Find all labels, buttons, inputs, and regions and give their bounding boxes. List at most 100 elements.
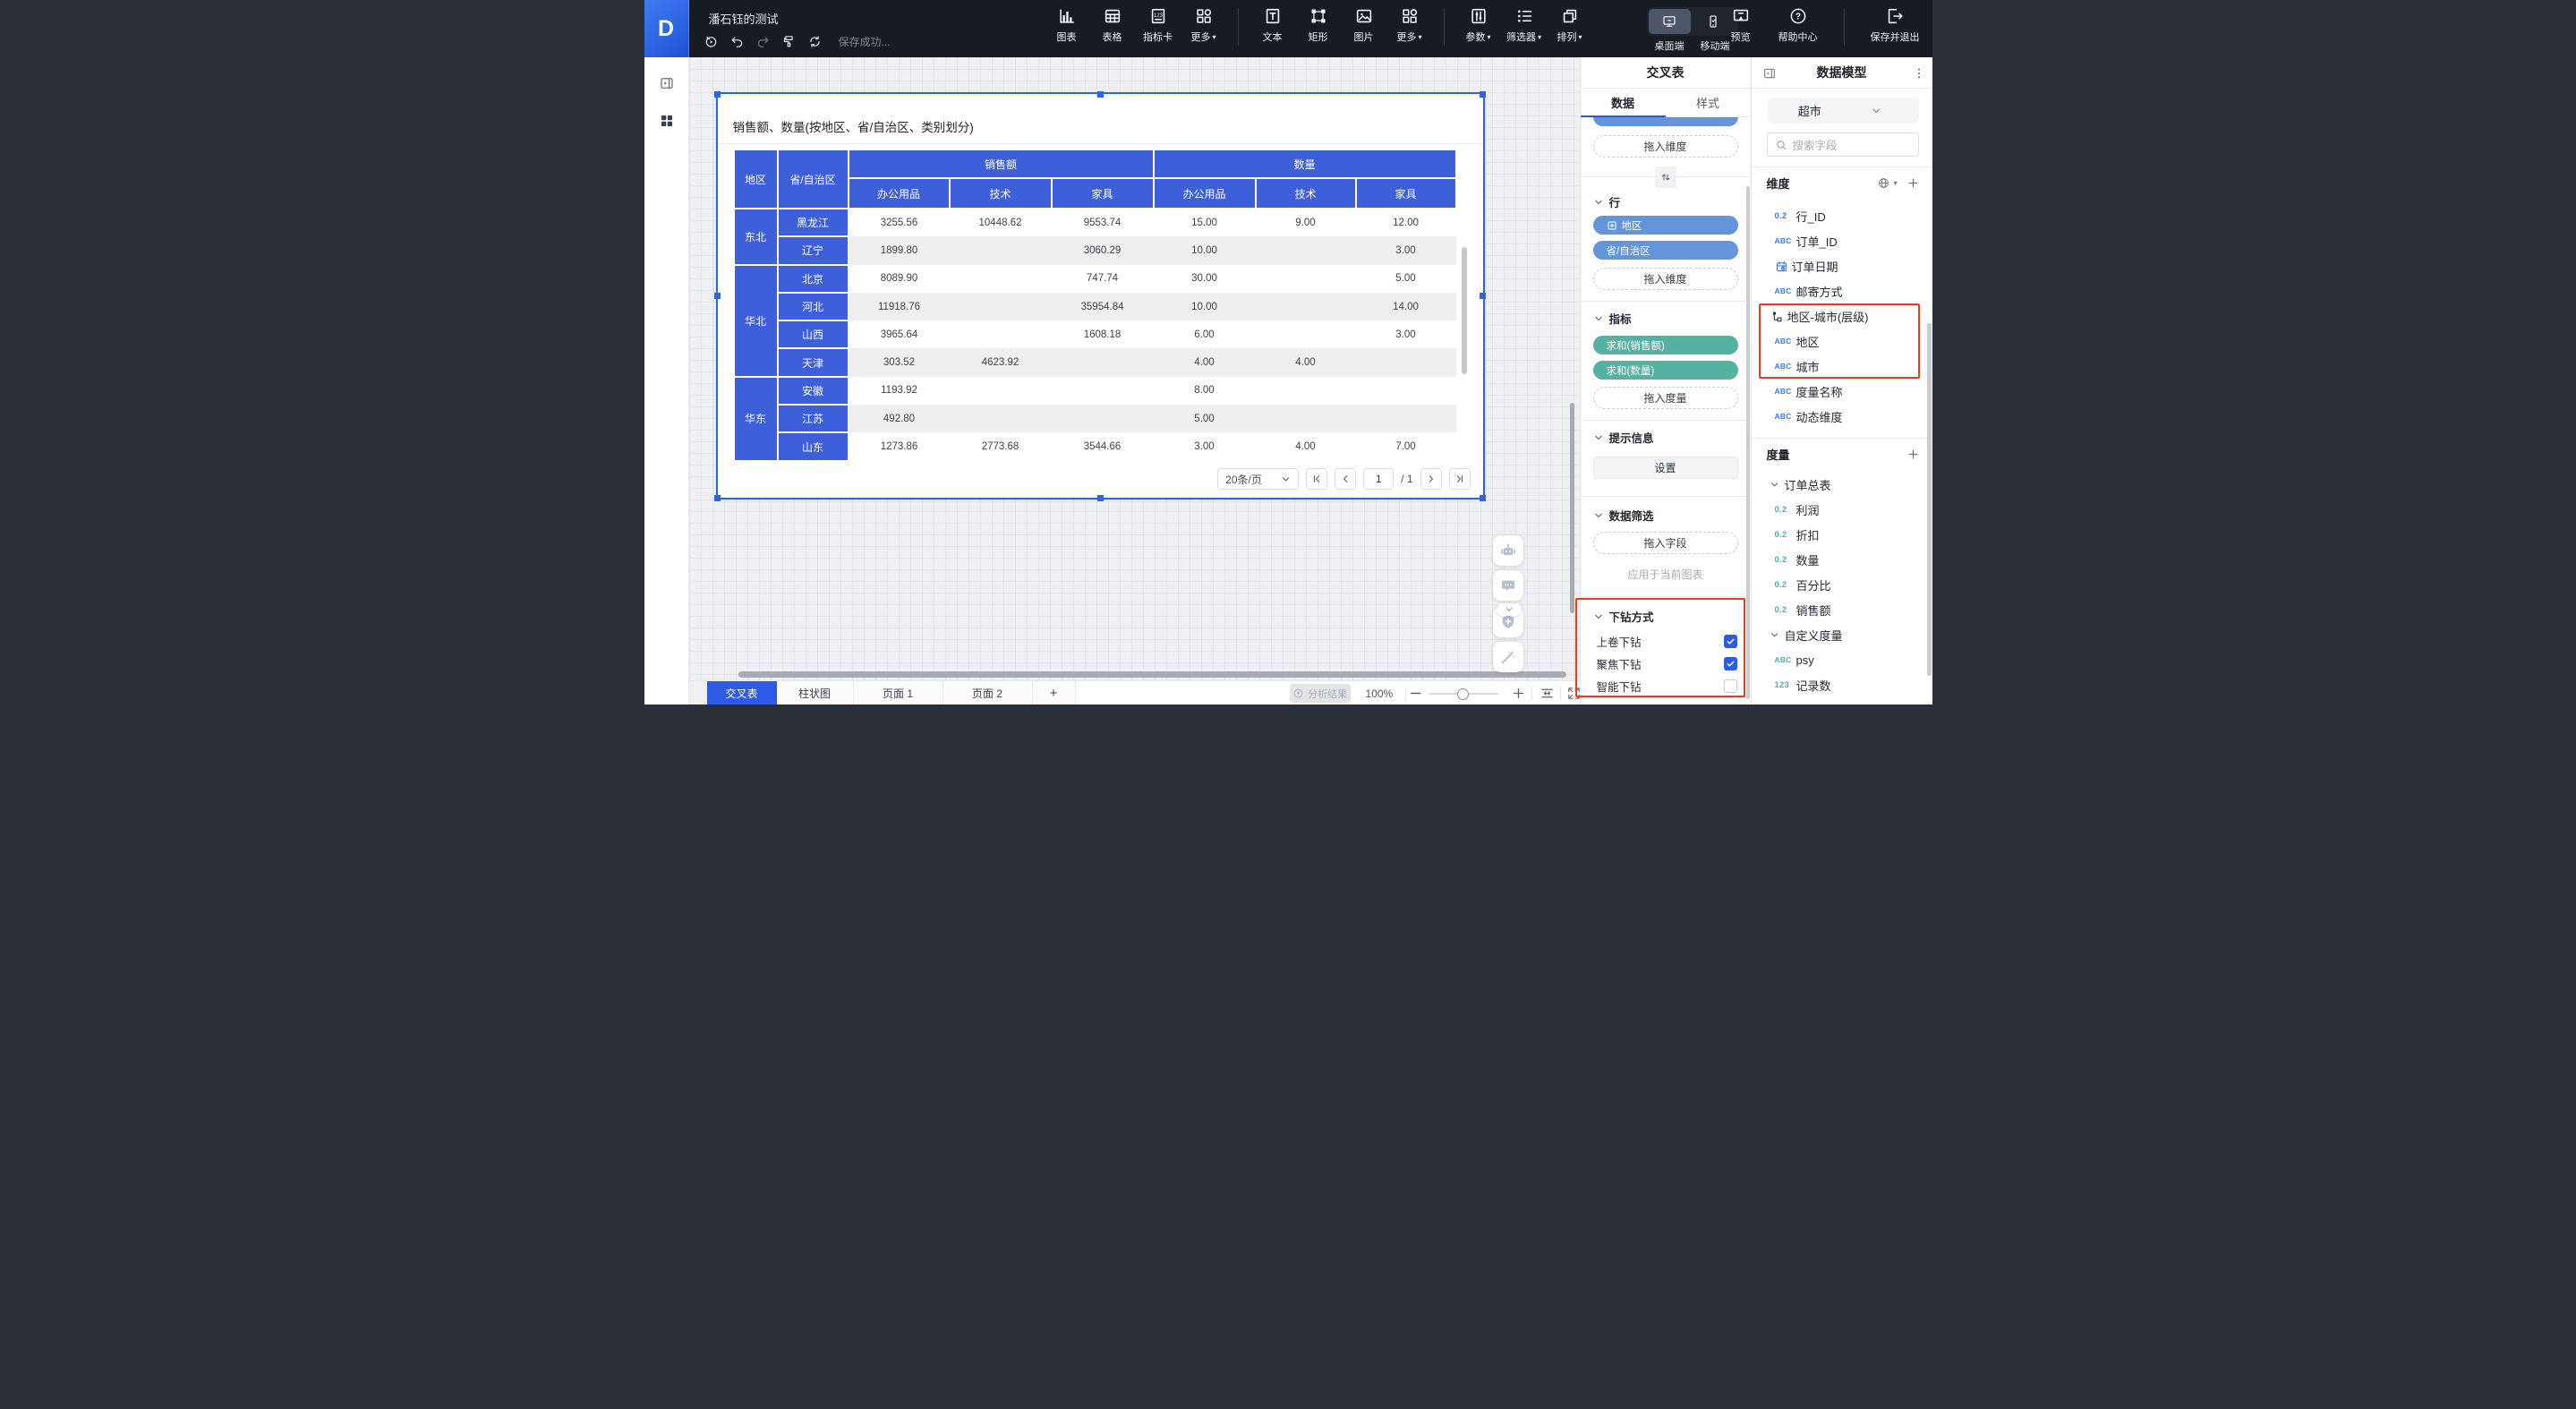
chevron-down-icon[interactable] — [1593, 432, 1604, 443]
chevron-down-icon[interactable] — [1593, 510, 1604, 521]
region-cell[interactable]: 东北 — [734, 209, 778, 265]
page-tab-3[interactable]: 页面 1 — [854, 681, 943, 704]
region-cell[interactable]: 华北 — [734, 265, 778, 377]
resize-handle[interactable] — [714, 495, 721, 501]
sort-button[interactable] — [1655, 167, 1676, 188]
zoom-in-button[interactable] — [1511, 686, 1526, 701]
province-cell[interactable]: 黑龙江 — [778, 209, 849, 236]
province-cell[interactable]: 北京 — [778, 265, 849, 293]
table-scrollbar[interactable] — [1462, 247, 1467, 374]
province-cell[interactable]: 山西 — [778, 320, 849, 348]
row-pill-1[interactable]: 地区 — [1593, 216, 1738, 235]
add-dimension-button[interactable] — [1906, 176, 1920, 190]
tab-data[interactable]: 数据 — [1581, 89, 1666, 116]
toolbar-kpi-card[interactable]: 123指标卡 — [1139, 6, 1178, 44]
collapse-float-toolbar[interactable] — [1497, 603, 1522, 616]
zoom-out-button[interactable] — [1408, 686, 1423, 701]
toolbar-more-media[interactable]: 更多▾ — [1390, 6, 1429, 44]
canvas-vertical-scrollbar[interactable] — [1570, 403, 1574, 613]
zoom-slider[interactable] — [1429, 693, 1498, 695]
toolbar-image[interactable]: 图片 — [1344, 6, 1384, 44]
magic-style-button[interactable] — [1493, 642, 1523, 672]
drop-dimension-zone[interactable]: 拖入维度 — [1593, 135, 1738, 158]
drop-measure-zone[interactable]: 拖入度量 — [1593, 387, 1738, 409]
collapse-panel-icon[interactable] — [1762, 66, 1777, 81]
canvas-horizontal-scrollbar[interactable] — [738, 671, 1566, 678]
drop-field-zone[interactable]: 拖入字段 — [1593, 532, 1738, 554]
column-pill-clipped[interactable] — [1593, 117, 1738, 126]
brush-icon[interactable] — [781, 34, 797, 49]
chevron-down-icon[interactable] — [1593, 313, 1604, 324]
measure-field[interactable]: 0.2百分比 — [1752, 572, 1932, 597]
device-desktop[interactable] — [1649, 9, 1691, 34]
page-input[interactable]: 1 — [1363, 468, 1394, 490]
collapse-panel-icon[interactable] — [659, 75, 675, 91]
province-cell[interactable]: 江苏 — [778, 405, 849, 432]
toolbar-help-center[interactable]: ?帮助中心 — [1778, 6, 1818, 44]
dimension-field[interactable]: 地区-城市(层级) — [1752, 303, 1932, 329]
panel-scrollbar[interactable] — [1927, 323, 1932, 676]
measure-field[interactable]: 0.2利润 — [1752, 497, 1932, 522]
next-page-button[interactable] — [1420, 468, 1442, 490]
zoom-knob[interactable] — [1457, 688, 1469, 700]
first-page-button[interactable] — [1306, 468, 1327, 490]
dimension-field[interactable]: ABC地区 — [1752, 329, 1932, 354]
province-cell[interactable]: 辽宁 — [778, 236, 849, 264]
history-icon[interactable] — [704, 34, 719, 49]
resize-handle[interactable] — [714, 91, 721, 98]
dimension-field[interactable]: 0.2行_ID — [1752, 203, 1932, 228]
toolbar-arrange[interactable]: 排列▾ — [1550, 6, 1590, 44]
resize-handle[interactable] — [714, 293, 721, 299]
page-tab-1[interactable]: 交叉表 — [707, 681, 777, 704]
dashboard-grid-icon[interactable] — [659, 113, 675, 129]
province-cell[interactable]: 河北 — [778, 293, 849, 320]
drill-checkbox-2[interactable] — [1724, 657, 1737, 670]
province-cell[interactable]: 天津 — [778, 348, 849, 376]
resize-handle[interactable] — [1480, 91, 1486, 98]
dimension-field[interactable]: ABC订单_ID — [1752, 228, 1932, 253]
measure-field[interactable]: 123记录数 — [1752, 672, 1932, 697]
fit-width-button[interactable] — [1540, 686, 1555, 701]
dimension-field[interactable]: ABC邮寄方式 — [1752, 278, 1932, 303]
toolbar-more-charts[interactable]: 更多▾ — [1184, 6, 1224, 44]
drill-checkbox-1[interactable] — [1724, 635, 1737, 648]
ai-assistant-button[interactable] — [1493, 535, 1523, 566]
refresh-icon[interactable] — [807, 34, 823, 49]
toolbar-rectangle[interactable]: 矩形 — [1299, 6, 1338, 44]
search-input[interactable]: 搜索字段 — [1767, 132, 1919, 157]
measure-field[interactable]: 0.2数量 — [1752, 547, 1932, 572]
page-tab-4[interactable]: 页面 2 — [943, 681, 1033, 704]
row-pill-2[interactable]: 省/自治区 — [1593, 241, 1738, 260]
dimension-field[interactable]: ABC动态维度 — [1752, 404, 1932, 429]
toolbar-params[interactable]: 参数▾ — [1459, 6, 1498, 44]
drop-dimension-zone[interactable]: 拖入维度 — [1593, 268, 1738, 290]
prev-page-button[interactable] — [1335, 468, 1356, 490]
canvas[interactable]: 销售额、数量(按地区、省/自治区、类别划分) 地区省/自治区销售额数量办公用品技… — [689, 57, 1580, 680]
measure-field[interactable]: 0.2销售额 — [1752, 597, 1932, 622]
toolbar-filters[interactable]: 筛选器▾ — [1505, 6, 1544, 44]
toolbar-text[interactable]: 文本 — [1253, 6, 1292, 44]
globe-icon[interactable] — [1877, 176, 1890, 190]
resize-handle[interactable] — [1097, 495, 1104, 501]
measure-field[interactable]: ABCpsy — [1752, 647, 1932, 672]
toolbar-chart[interactable]: 图表 — [1047, 6, 1087, 44]
measure-group[interactable]: 自定义度量 — [1752, 622, 1932, 647]
measure-field[interactable]: 0.2折扣 — [1752, 522, 1932, 547]
province-cell[interactable]: 山东 — [778, 432, 849, 460]
dataset-select[interactable]: 超市 — [1768, 98, 1919, 124]
app-logo[interactable]: D — [644, 0, 689, 57]
panel-scrollbar[interactable] — [1746, 186, 1750, 699]
tab-style[interactable]: 样式 — [1666, 89, 1751, 116]
comment-button[interactable] — [1493, 570, 1523, 601]
region-cell[interactable]: 华东 — [734, 377, 778, 461]
redo-icon[interactable] — [755, 34, 771, 49]
drill-checkbox-3[interactable] — [1724, 679, 1737, 693]
metric-pill-1[interactable]: 求和(销售额) — [1593, 336, 1738, 354]
crosstab-widget[interactable]: 销售额、数量(按地区、省/自治区、类别划分) 地区省/自治区销售额数量办公用品技… — [717, 93, 1484, 499]
add-page-tab[interactable]: + — [1033, 681, 1076, 704]
analysis-result-button[interactable]: 分析结果 — [1290, 684, 1351, 703]
tooltip-settings-button[interactable]: 设置 — [1593, 457, 1738, 479]
chevron-down-icon[interactable] — [1593, 611, 1604, 622]
province-cell[interactable]: 安徽 — [778, 377, 849, 405]
page-tab-2[interactable]: 柱状图 — [777, 681, 854, 704]
